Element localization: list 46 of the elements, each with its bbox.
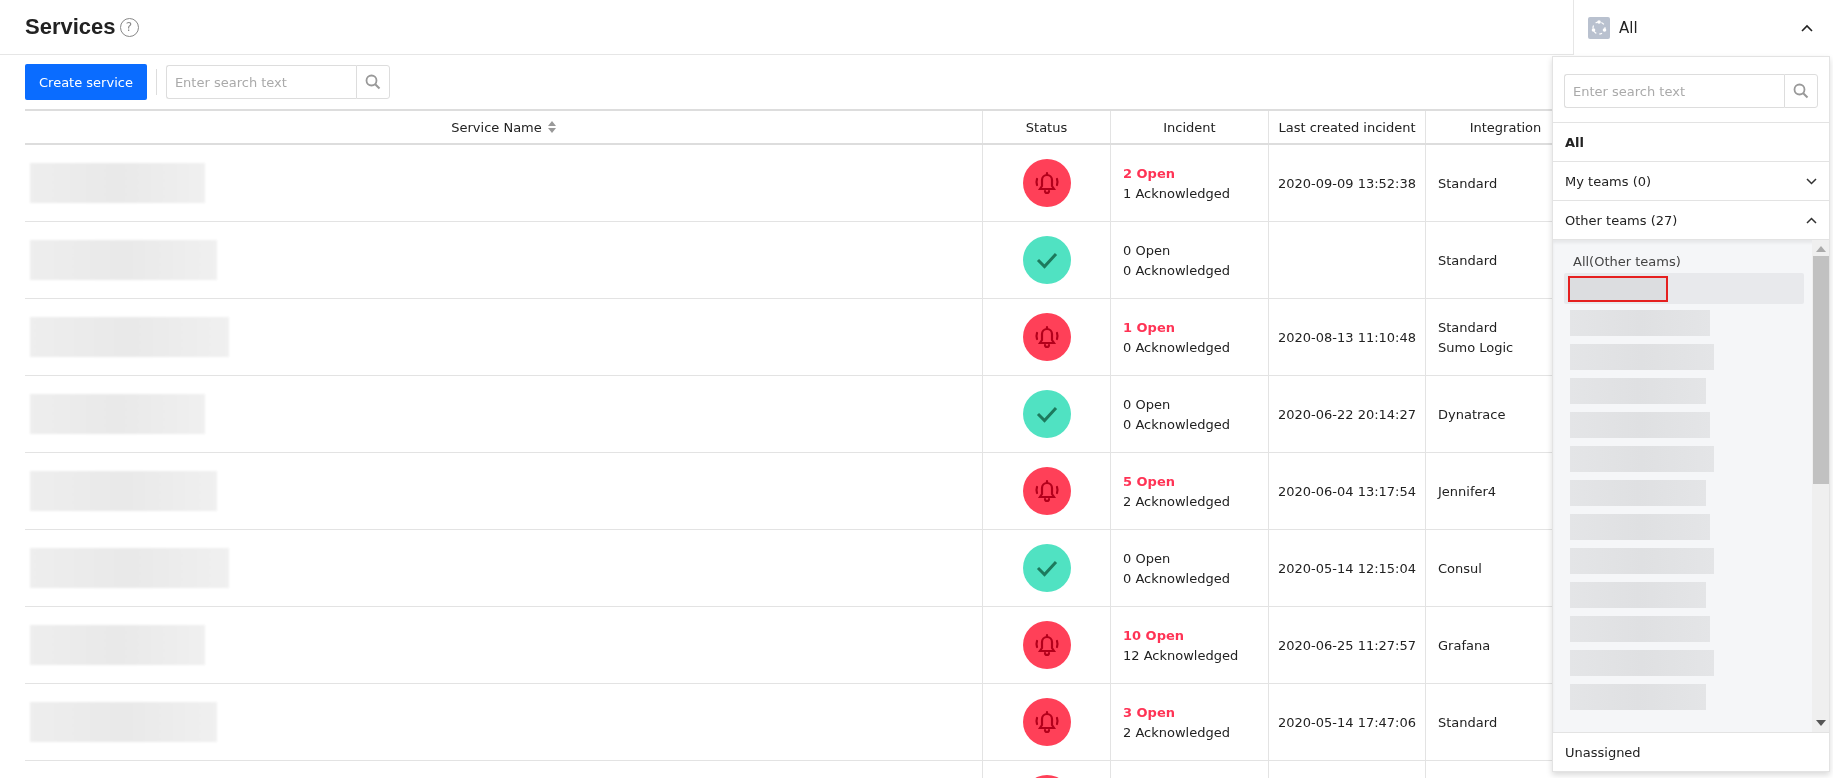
integration-name: Standard: [1438, 252, 1498, 268]
integration-name: Jennifer4: [1438, 483, 1497, 499]
acknowledged-count: 0 Acknowledged: [1123, 570, 1230, 586]
page-title: Services: [25, 14, 116, 40]
team-search-field[interactable]: Enter search text: [1564, 74, 1784, 108]
acknowledged-count: 12 Acknowledged: [1123, 647, 1239, 663]
all-teams-option[interactable]: All: [1553, 123, 1829, 162]
open-count: 5 Open: [1123, 473, 1175, 489]
integration-name: Consul: [1438, 560, 1482, 576]
acknowledged-count: 0 Acknowledged: [1123, 339, 1230, 355]
integration-name: Standard: [1438, 319, 1498, 335]
column-header[interactable]: Status: [1025, 119, 1068, 135]
open-count: 0 Open: [1123, 550, 1171, 566]
open-count: 10 Open: [1123, 627, 1185, 643]
team-selector[interactable]: All: [1573, 0, 1833, 55]
create-service-button[interactable]: Create service: [25, 64, 147, 100]
incident-time: 2020-06-04 13:17:54: [1277, 483, 1417, 499]
unassigned-option[interactable]: Unassigned: [1553, 732, 1829, 771]
open-count: 0 Open: [1123, 242, 1171, 258]
open-count: 3 Open: [1123, 704, 1175, 720]
acknowledged-count: 0 Acknowledged: [1123, 416, 1230, 432]
acknowledged-count: 0 Acknowledged: [1123, 262, 1230, 278]
integration-name: Sumo Logic: [1438, 339, 1514, 355]
search-field[interactable]: Enter search text: [165, 65, 356, 99]
incident-time: 2020-05-14 17:47:06: [1277, 714, 1417, 730]
integration-name: Standard: [1438, 714, 1498, 730]
integration-name: Grafana: [1438, 637, 1491, 653]
incident-time: 2020-06-22 20:14:27: [1277, 406, 1417, 422]
incident-time: 2020-08-13 11:10:48: [1277, 329, 1417, 345]
column-header[interactable]: Last created incident: [1278, 119, 1416, 135]
acknowledged-count: 2 Acknowledged: [1123, 493, 1230, 509]
column-header[interactable]: Incident: [1163, 119, 1216, 135]
acknowledged-count: 2 Acknowledged: [1123, 724, 1230, 740]
all-other-teams-option[interactable]: All(Other teams): [1564, 250, 1804, 273]
acknowledged-count: 1 Acknowledged: [1123, 185, 1230, 201]
open-count: 1 Open: [1123, 319, 1175, 335]
integration-name: Dynatrace: [1438, 406, 1506, 422]
open-count: 2 Open: [1123, 165, 1175, 181]
incident-time: 2020-06-25 11:27:57: [1277, 637, 1417, 653]
column-header[interactable]: Integration: [1469, 119, 1542, 135]
integration-name: Standard: [1438, 175, 1498, 191]
incident-time: 2020-09-09 13:52:38: [1277, 175, 1417, 191]
column-header[interactable]: Service Name: [451, 119, 542, 135]
incident-time: 2020-05-14 12:15:04: [1277, 560, 1417, 576]
team-group-header[interactable]: My teams (0): [1553, 162, 1829, 201]
open-count: 0 Open: [1123, 396, 1171, 412]
